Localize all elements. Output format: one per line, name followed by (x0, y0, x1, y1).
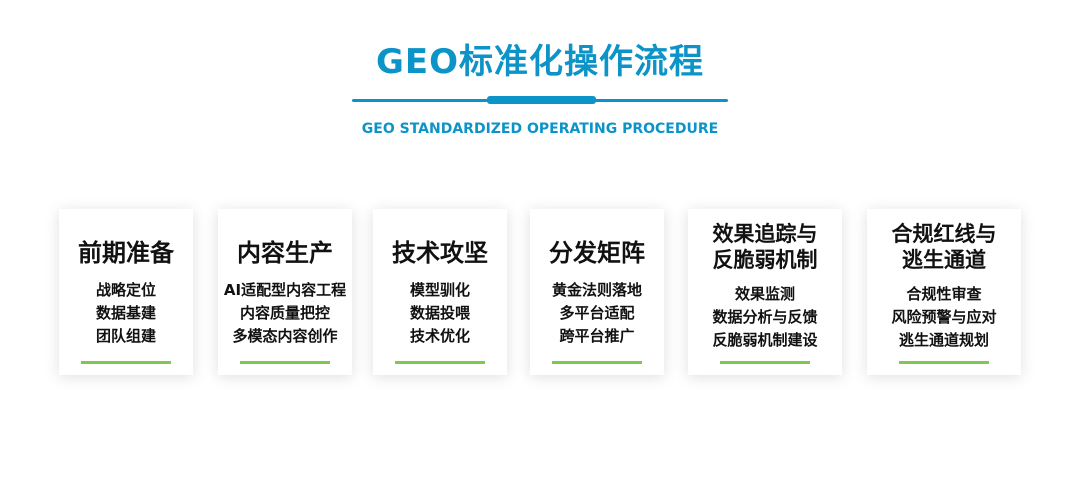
step-items: 效果监测数据分析与反馈 反脆弱机制建设 (688, 283, 842, 352)
step-items: 合规性审查风险预警与应对 逃生通道规划 (867, 283, 1021, 352)
step-item: 模型驯化 (409, 281, 470, 299)
step-card: 内容生产 AI适配型内容工程 内容质量把控 多模态内容创作 (218, 209, 352, 375)
page-subtitle: GEO STANDARDIZED OPERATING PROCEDURE (361, 121, 719, 137)
step-card: 效果追踪与 反脆弱机制效果监测数据分析与反馈 反脆弱机制建设 (688, 209, 842, 375)
step-title-line: 效果追踪与 (712, 222, 818, 246)
step-underline (720, 361, 810, 364)
step-item: 多平台适配 (559, 304, 635, 322)
step-underline (395, 361, 485, 364)
step-underline (81, 361, 171, 364)
step-item: 战略定位 (95, 281, 156, 299)
step-items: AI适配型内容工程 内容质量把控 多模态内容创作 (218, 279, 352, 348)
step-item: 技术优化 (409, 327, 470, 345)
step-item: 风险预警与应对 (891, 308, 997, 326)
step-title: 内容生产 (218, 239, 352, 267)
step-item: 黄金法则落地 (551, 281, 642, 299)
step-item: 合规性审查 (906, 285, 982, 303)
step-item: 效果监测 (734, 285, 795, 303)
step-title-line: 前期准备 (78, 239, 174, 267)
step-title: 技术攻坚 (373, 239, 507, 267)
step-title: 分发矩阵 (530, 239, 664, 267)
page-title: GEO标准化操作流程 (375, 42, 705, 82)
step-underline (899, 361, 989, 364)
step-items: 战略定位数据基建团队组建 (59, 279, 193, 348)
step-item: 数据分析与反馈 (712, 308, 818, 326)
step-item: 跨平台推广 (559, 327, 635, 345)
step-title-line: 技术攻坚 (392, 239, 488, 267)
step-underline (240, 361, 330, 364)
step-title-line: 反脆弱机制 (712, 248, 818, 272)
step-item: 团队组建 (95, 327, 156, 345)
step-card: 前期准备战略定位数据基建团队组建 (59, 209, 193, 375)
step-title-line: 逃生通道 (902, 248, 986, 272)
step-title-line: 分发矩阵 (549, 239, 645, 267)
step-item: 内容质量把控 (239, 304, 330, 322)
step-card: 分发矩阵黄金法则落地 多平台适配跨平台推广 (530, 209, 664, 375)
step-title: 合规红线与 逃生通道 (867, 221, 1021, 273)
step-title-line: 合规红线与 (891, 222, 997, 246)
step-item: 逃生通道规划 (898, 331, 989, 349)
step-items: 模型驯化数据投喂技术优化 (373, 279, 507, 348)
step-item: 多模态内容创作 (232, 327, 338, 345)
step-item: 数据基建 (95, 304, 156, 322)
step-underline (552, 361, 642, 364)
title-divider-accent (487, 96, 596, 104)
step-card: 合规红线与 逃生通道合规性审查风险预警与应对 逃生通道规划 (867, 209, 1021, 375)
step-item: 数据投喂 (409, 304, 470, 322)
step-title: 前期准备 (59, 239, 193, 267)
step-card: 技术攻坚模型驯化数据投喂技术优化 (373, 209, 507, 375)
step-item: AI适配型内容工程 (223, 281, 347, 299)
step-title: 效果追踪与 反脆弱机制 (688, 221, 842, 273)
step-items: 黄金法则落地 多平台适配跨平台推广 (530, 279, 664, 348)
step-item: 反脆弱机制建设 (712, 331, 818, 349)
step-title-line: 内容生产 (237, 239, 333, 267)
